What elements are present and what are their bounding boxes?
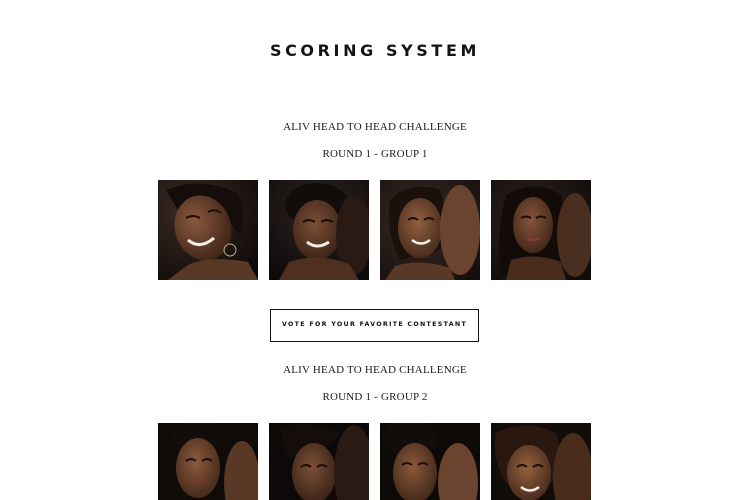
- group-1-photo-row: [158, 180, 593, 280]
- contestant-photo-4[interactable]: [491, 180, 591, 280]
- page-title: SCORING SYSTEM: [269, 41, 481, 60]
- portrait-image: [158, 423, 258, 500]
- contestant-photo-1[interactable]: [158, 180, 258, 280]
- portrait-image: [491, 423, 591, 500]
- contestant-photo-3[interactable]: [380, 180, 480, 280]
- contestant-photo-8[interactable]: [491, 423, 591, 500]
- portrait-image: [380, 180, 480, 280]
- group-1-challenge-title: ALIV HEAD TO HEAD CHALLENGE: [283, 121, 467, 133]
- contestant-photo-7[interactable]: [380, 423, 480, 500]
- group-2-challenge-title: ALIV HEAD TO HEAD CHALLENGE: [283, 364, 467, 376]
- portrait-image: [269, 180, 369, 280]
- contestant-photo-6[interactable]: [269, 423, 369, 500]
- contestant-photo-2[interactable]: [269, 180, 369, 280]
- group-2-round-label: ROUND 1 - GROUP 2: [322, 391, 428, 403]
- group-2-photo-row: [158, 423, 593, 500]
- group-1-round-label: ROUND 1 - GROUP 1: [322, 148, 428, 160]
- portrait-image: [269, 423, 369, 500]
- vote-button[interactable]: VOTE FOR YOUR FAVORITE CONTESTANT: [270, 309, 479, 342]
- portrait-image: [491, 180, 591, 280]
- contestant-photo-5[interactable]: [158, 423, 258, 500]
- portrait-image: [158, 180, 258, 280]
- portrait-image: [380, 423, 480, 500]
